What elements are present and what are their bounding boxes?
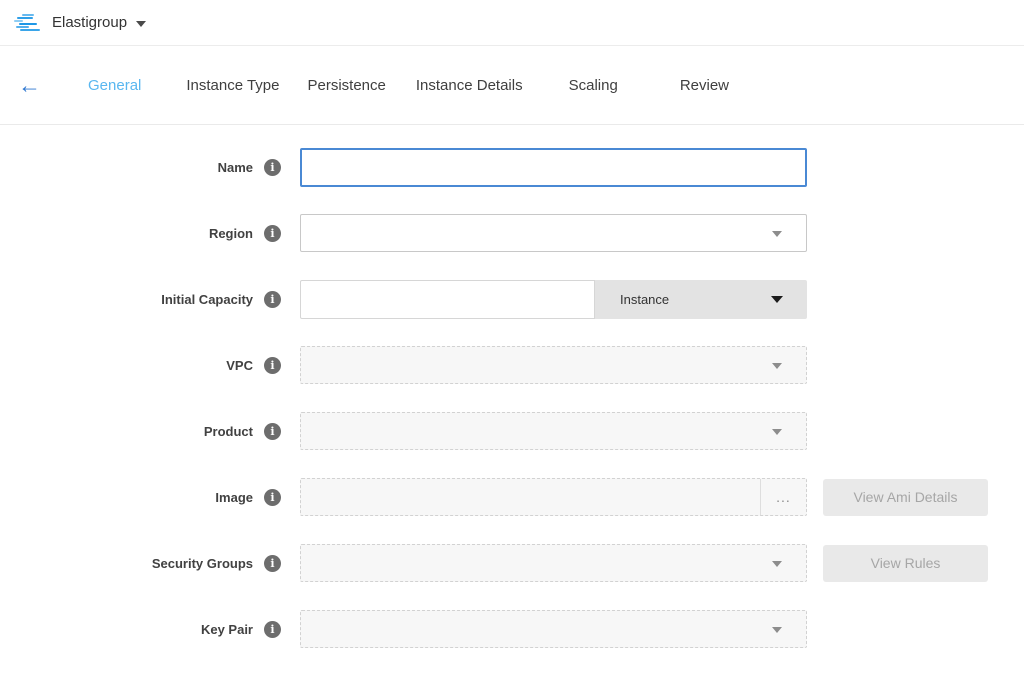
tab-general[interactable]: General [88, 77, 141, 94]
image-label: Image [215, 490, 253, 505]
region-label: Region [209, 226, 253, 241]
region-select[interactable] [300, 214, 807, 252]
chevron-down-icon [772, 231, 782, 237]
form-row-vpc: VPC i [0, 346, 1024, 384]
initial-capacity-input[interactable] [300, 280, 595, 319]
key-pair-select [300, 610, 807, 648]
chevron-down-icon [772, 363, 782, 369]
chevron-down-icon [771, 296, 783, 303]
tab-review[interactable]: Review [680, 77, 729, 94]
info-icon[interactable]: i [264, 357, 281, 374]
capacity-unit-value: Instance [620, 292, 669, 307]
info-icon[interactable]: i [264, 489, 281, 506]
form-row-region: Region i [0, 214, 1024, 252]
product-label: Product [204, 424, 253, 439]
info-glyph: i [270, 228, 274, 239]
tab-instance-details[interactable]: Instance Details [416, 77, 523, 94]
info-glyph: i [270, 558, 274, 569]
view-rules-button[interactable]: View Rules [823, 545, 988, 582]
info-icon[interactable]: i [264, 225, 281, 242]
chevron-down-icon [772, 561, 782, 567]
info-glyph: i [270, 162, 274, 173]
form-row-image: Image i ... View Ami Details [0, 478, 1024, 516]
info-icon[interactable]: i [264, 555, 281, 572]
info-glyph: i [270, 294, 274, 305]
capacity-unit-select[interactable]: Instance [595, 280, 807, 319]
form-row-security-groups: Security Groups i View Rules [0, 544, 1024, 582]
chevron-down-icon [772, 429, 782, 435]
app-title[interactable]: Elastigroup [52, 14, 127, 31]
name-label: Name [218, 160, 253, 175]
vpc-label: VPC [226, 358, 253, 373]
chevron-down-icon [772, 627, 782, 633]
elastigroup-logo-icon [14, 13, 40, 33]
chevron-down-icon[interactable] [136, 21, 146, 27]
wizard-tabs: General Instance Type Persistence Instan… [88, 77, 729, 94]
form-row-product: Product i [0, 412, 1024, 450]
security-groups-select [300, 544, 807, 582]
view-ami-details-button[interactable]: View Ami Details [823, 479, 988, 516]
info-glyph: i [270, 624, 274, 635]
image-field: ... [300, 478, 807, 516]
tab-scaling[interactable]: Scaling [569, 77, 618, 94]
vpc-select [300, 346, 807, 384]
tab-instance-type[interactable]: Instance Type [186, 77, 279, 94]
name-input[interactable] [300, 148, 807, 187]
key-pair-label: Key Pair [201, 622, 253, 637]
form-row-name: Name i [0, 148, 1024, 186]
info-icon[interactable]: i [264, 159, 281, 176]
tab-persistence[interactable]: Persistence [308, 77, 386, 94]
info-glyph: i [270, 492, 274, 503]
initial-capacity-label: Initial Capacity [161, 292, 253, 307]
info-icon[interactable]: i [264, 291, 281, 308]
product-select [300, 412, 807, 450]
info-icon[interactable]: i [264, 621, 281, 638]
image-browse-button[interactable]: ... [760, 479, 806, 515]
info-glyph: i [270, 426, 274, 437]
info-icon[interactable]: i [264, 423, 281, 440]
back-arrow-icon[interactable]: ← [18, 74, 48, 97]
general-settings-form: Name i Region i Initial Capacity i [0, 148, 1024, 648]
form-row-initial-capacity: Initial Capacity i Instance [0, 280, 1024, 318]
top-bar: Elastigroup [0, 0, 1024, 46]
image-input [301, 479, 760, 515]
info-glyph: i [270, 360, 274, 371]
wizard-tab-bar: ← General Instance Type Persistence Inst… [0, 46, 1024, 125]
security-groups-label: Security Groups [152, 556, 253, 571]
form-row-key-pair: Key Pair i [0, 610, 1024, 648]
